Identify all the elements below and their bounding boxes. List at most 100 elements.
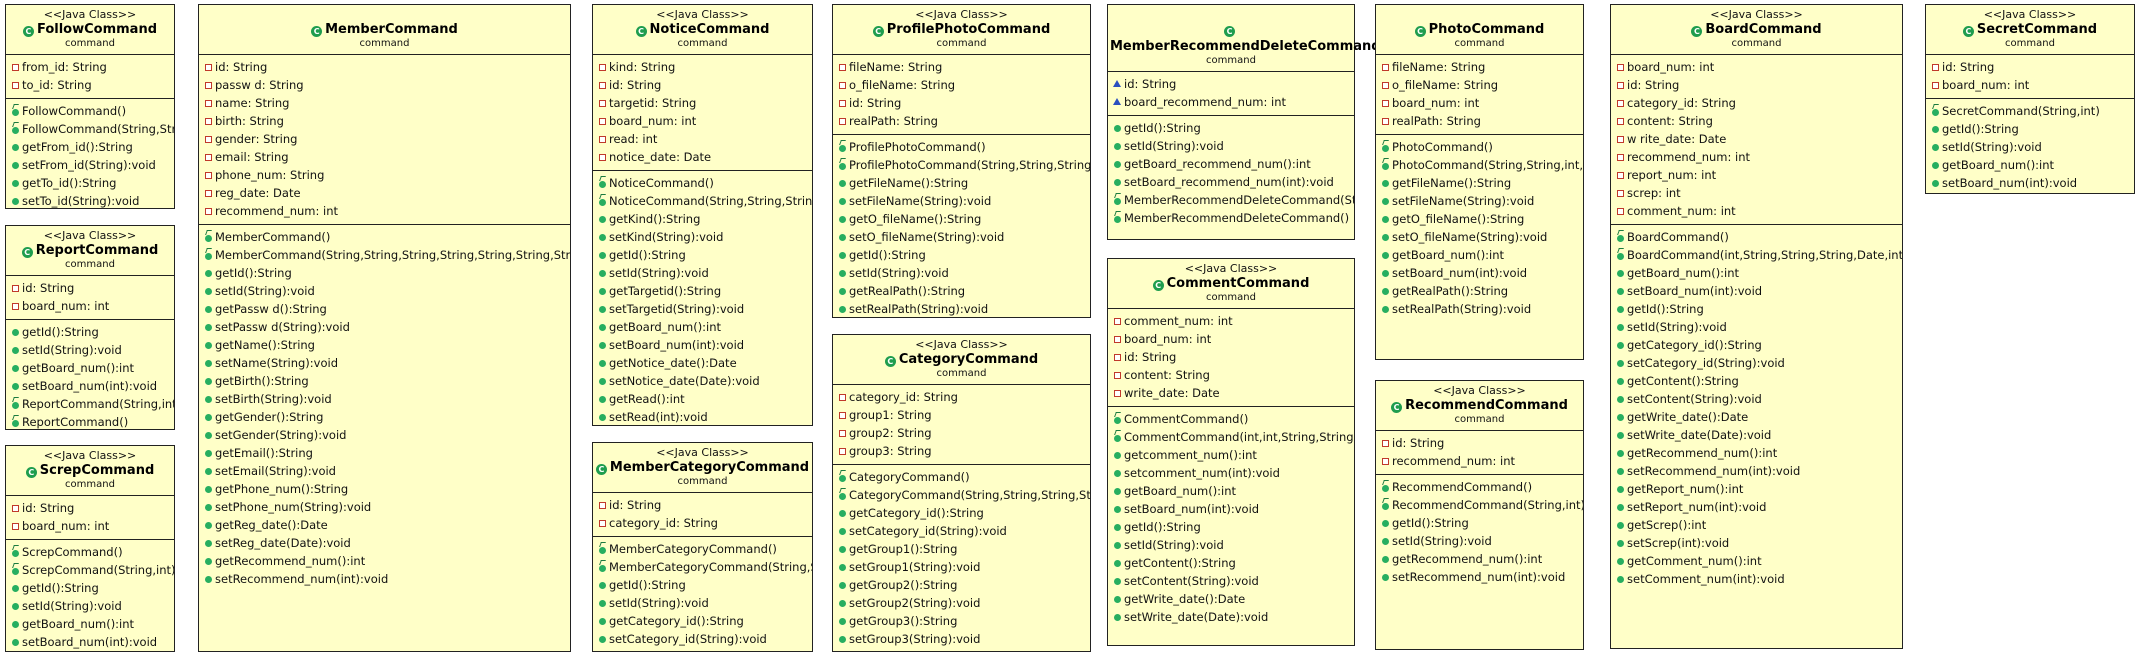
method-row[interactable]: MemberCategoryCommand() bbox=[593, 540, 812, 558]
method-row[interactable]: getName():String bbox=[199, 336, 570, 354]
attribute-row[interactable]: notice_date: Date bbox=[593, 148, 812, 166]
method-row[interactable]: setCategory_id(String):void bbox=[833, 522, 1090, 540]
method-row[interactable]: setRecommend_num(int):void bbox=[1376, 568, 1583, 586]
attribute-row[interactable]: category_id: String bbox=[593, 514, 812, 532]
attribute-row[interactable]: to_id: String bbox=[6, 76, 174, 94]
method-row[interactable]: setGender(String):void bbox=[199, 426, 570, 444]
attribute-row[interactable]: birth: String bbox=[199, 112, 570, 130]
class-box-photo[interactable]: C PhotoCommand command fileName: String o_fi… bbox=[1375, 4, 1584, 360]
attribute-row[interactable]: recommend_num: int bbox=[1611, 148, 1902, 166]
method-row[interactable]: setId(String):void bbox=[6, 341, 174, 359]
attribute-row[interactable]: realPath: String bbox=[833, 112, 1090, 130]
attribute-row[interactable]: content: String bbox=[1611, 112, 1902, 130]
method-row[interactable]: MemberRecommendDeleteCommand(String,int) bbox=[1108, 191, 1354, 209]
method-row[interactable]: getGroup2():String bbox=[833, 576, 1090, 594]
method-row[interactable]: getRecommend_num():int bbox=[199, 552, 570, 570]
method-row[interactable]: MemberCommand(String,String,String,Strin… bbox=[199, 246, 570, 264]
method-row[interactable]: getId():String bbox=[199, 264, 570, 282]
method-row[interactable]: getBoard_num():int bbox=[6, 359, 174, 377]
method-row[interactable]: SecretCommand(String,int) bbox=[1926, 102, 2134, 120]
method-row[interactable]: setKind(String):void bbox=[593, 228, 812, 246]
method-row[interactable]: setId(String):void bbox=[833, 264, 1090, 282]
attribute-row[interactable]: passw d: String bbox=[199, 76, 570, 94]
method-row[interactable]: setId(String):void bbox=[1926, 138, 2134, 156]
method-row[interactable]: setId(String):void bbox=[1108, 536, 1354, 554]
attribute-row[interactable]: id: String bbox=[593, 496, 812, 514]
attribute-row[interactable]: kind: String bbox=[593, 58, 812, 76]
method-row[interactable]: ScrepCommand() bbox=[6, 543, 174, 561]
method-row[interactable]: setWrite_date(Date):void bbox=[1611, 426, 1902, 444]
class-box-memberrecommenddelete[interactable]: C MemberRecommendDeleteCommand command id: … bbox=[1107, 4, 1381, 240]
method-row[interactable]: MemberCategoryCommand(String,String) bbox=[593, 558, 812, 576]
method-row[interactable]: getBoard_num():int bbox=[6, 615, 174, 633]
method-row[interactable]: setBoard_num(int):void bbox=[6, 633, 174, 651]
attribute-row[interactable]: board_num: int bbox=[1376, 94, 1583, 112]
method-row[interactable]: CategoryCommand() bbox=[833, 468, 1090, 486]
attribute-row[interactable]: o_fileName: String bbox=[1376, 76, 1583, 94]
method-row[interactable]: setBoard_num(int):void bbox=[593, 336, 812, 354]
method-row[interactable]: getFileName():String bbox=[1376, 174, 1583, 192]
class-box-membercategory[interactable]: <<Java Class>> C MemberCategoryCommand comm… bbox=[592, 442, 813, 652]
attribute-row[interactable]: id: String bbox=[1926, 58, 2134, 76]
method-row[interactable]: setId(String):void bbox=[593, 594, 812, 612]
method-row[interactable]: getId():String bbox=[1611, 300, 1902, 318]
method-row[interactable]: getCategory_id():String bbox=[833, 504, 1090, 522]
method-row[interactable]: getId():String bbox=[593, 576, 812, 594]
method-row[interactable]: setId(String):void bbox=[593, 264, 812, 282]
method-row[interactable]: setBoard_num(int):void bbox=[6, 377, 174, 395]
method-row[interactable]: MemberCommand() bbox=[199, 228, 570, 246]
attribute-row[interactable]: id: String bbox=[199, 58, 570, 76]
method-row[interactable]: RecommendCommand() bbox=[1376, 478, 1583, 496]
method-row[interactable]: BoardCommand(int,String,String,String,Da… bbox=[1611, 246, 1902, 264]
attribute-row[interactable]: o_fileName: String bbox=[833, 76, 1090, 94]
method-row[interactable]: NoticeCommand(String,String,String,int) bbox=[593, 192, 812, 210]
method-row[interactable]: setNotice_date(Date):void bbox=[593, 372, 812, 390]
method-row[interactable]: getWrite_date():Date bbox=[1611, 408, 1902, 426]
class-box-follow[interactable]: <<Java Class>> C FollowCommand command from_… bbox=[5, 4, 175, 209]
method-row[interactable]: CommentCommand() bbox=[1108, 410, 1354, 428]
method-row[interactable]: setGroup2(String):void bbox=[833, 594, 1090, 612]
method-row[interactable]: getId():String bbox=[6, 323, 174, 341]
method-row[interactable]: setId(String):void bbox=[199, 282, 570, 300]
method-row[interactable]: getTargetid():String bbox=[593, 282, 812, 300]
method-row[interactable]: getRecommend_num():int bbox=[1611, 444, 1902, 462]
attribute-row[interactable]: comment_num: int bbox=[1611, 202, 1902, 220]
method-row[interactable]: getBoard_num():int bbox=[593, 318, 812, 336]
attribute-row[interactable]: w rite_date: Date bbox=[1611, 130, 1902, 148]
method-row[interactable]: MemberRecommendDeleteCommand() bbox=[1108, 209, 1354, 227]
method-row[interactable]: setRead(int):void bbox=[593, 408, 812, 426]
method-row[interactable]: ProfilePhotoCommand() bbox=[833, 138, 1090, 156]
method-row[interactable]: NoticeCommand() bbox=[593, 174, 812, 192]
method-row[interactable]: getScrep():int bbox=[1611, 516, 1902, 534]
method-row[interactable]: setId(String):void bbox=[6, 597, 174, 615]
method-row[interactable]: setRecommend_num(int):void bbox=[1611, 462, 1902, 480]
method-row[interactable]: setScrep(int):void bbox=[1611, 534, 1902, 552]
method-row[interactable]: getRealPath():String bbox=[1376, 282, 1583, 300]
attribute-row[interactable]: content: String bbox=[1108, 366, 1354, 384]
method-row[interactable]: getO_fileName():String bbox=[833, 210, 1090, 228]
method-row[interactable]: FollowCommand(String,String) bbox=[6, 120, 174, 138]
method-row[interactable]: getCategory_id():String bbox=[1611, 336, 1902, 354]
method-row[interactable]: getId():String bbox=[1926, 120, 2134, 138]
attribute-row[interactable]: reg_date: Date bbox=[199, 184, 570, 202]
attribute-row[interactable]: id: String bbox=[1108, 348, 1354, 366]
attribute-row[interactable]: id: String bbox=[6, 499, 174, 517]
method-row[interactable]: setContent(String):void bbox=[1611, 390, 1902, 408]
attribute-row[interactable]: recommend_num: int bbox=[1376, 452, 1583, 470]
method-row[interactable]: ReportCommand(String,int) bbox=[6, 395, 174, 413]
class-box-notice[interactable]: <<Java Class>> C NoticeCommand command kind:… bbox=[592, 4, 813, 426]
method-row[interactable]: getRealPath():String bbox=[833, 282, 1090, 300]
method-row[interactable]: setId(String):void bbox=[1376, 532, 1583, 550]
method-row[interactable]: getPassw d():String bbox=[199, 300, 570, 318]
method-row[interactable]: getId():String bbox=[833, 246, 1090, 264]
method-row[interactable]: setBoard_recommend_num(int):void bbox=[1108, 173, 1354, 191]
attribute-row[interactable]: board_num: int bbox=[1611, 58, 1902, 76]
method-row[interactable]: getEmail():String bbox=[199, 444, 570, 462]
method-row[interactable]: setId(String):void bbox=[1611, 318, 1902, 336]
method-row[interactable]: setGroup3(String):void bbox=[833, 630, 1090, 648]
method-row[interactable]: ScrepCommand(String,int) bbox=[6, 561, 174, 579]
method-row[interactable]: getId():String bbox=[1376, 514, 1583, 532]
attribute-row[interactable]: id: String bbox=[1611, 76, 1902, 94]
method-row[interactable]: getKind():String bbox=[593, 210, 812, 228]
method-row[interactable]: setReport_num(int):void bbox=[1611, 498, 1902, 516]
